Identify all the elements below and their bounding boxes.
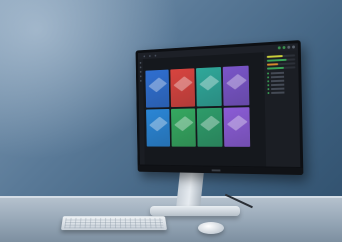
app-tile[interactable]	[145, 69, 170, 108]
app-side-panel	[263, 50, 301, 167]
app-tile-grid	[145, 65, 251, 147]
cube-icon	[199, 115, 220, 132]
status-dot-icon	[267, 88, 270, 91]
desk-edge	[0, 196, 342, 198]
cube-icon	[226, 115, 248, 132]
topbar-item[interactable]	[149, 54, 151, 57]
panel-list-item[interactable]	[267, 75, 295, 79]
panel-list-item[interactable]	[267, 79, 295, 83]
monitor	[135, 40, 304, 176]
panel-list-item[interactable]	[267, 87, 295, 91]
cube-icon	[225, 74, 247, 90]
app-tile[interactable]	[196, 66, 222, 107]
sidebar-icon[interactable]	[140, 79, 142, 82]
keyboard	[60, 216, 168, 231]
app-tile[interactable]	[223, 107, 251, 147]
app-tile[interactable]	[146, 108, 171, 147]
tile-label	[171, 105, 195, 106]
status-dot-icon	[267, 84, 270, 87]
status-dot-icon	[267, 76, 270, 79]
monitor-chin	[137, 165, 304, 176]
app-tile[interactable]	[171, 108, 196, 147]
status-dot-icon	[267, 72, 270, 75]
cube-icon	[147, 77, 167, 93]
panel-progress-bar	[267, 66, 296, 70]
sidebar-icon[interactable]	[139, 66, 142, 69]
app-sidebar	[138, 59, 145, 165]
app-tile[interactable]	[196, 107, 223, 147]
keyboard-keys	[64, 217, 164, 229]
monitor-stand-neck	[175, 170, 205, 210]
app-tile[interactable]	[170, 68, 196, 108]
topbar-item[interactable]	[143, 54, 146, 57]
tile-label	[146, 105, 169, 106]
tile-label	[223, 103, 249, 104]
topbar-item[interactable]	[154, 54, 157, 57]
panel-progress-bar	[266, 54, 296, 58]
panel-list-item[interactable]	[267, 91, 295, 95]
panel-progress-bar	[266, 58, 296, 62]
status-dot-icon	[267, 92, 270, 95]
mouse	[198, 222, 224, 234]
sidebar-icon[interactable]	[139, 75, 142, 78]
monitor-stand-base	[150, 206, 240, 216]
panel-list-item[interactable]	[267, 71, 295, 75]
monitor-screen	[137, 43, 301, 167]
monitor-brand-mark	[211, 169, 221, 172]
panel-list-item[interactable]	[267, 83, 295, 87]
panel-progress-bar	[266, 62, 296, 66]
app-tile[interactable]	[222, 65, 250, 106]
status-dot-icon	[267, 80, 270, 83]
cube-icon	[172, 76, 193, 92]
sidebar-icon[interactable]	[139, 70, 142, 73]
cube-icon	[198, 75, 219, 91]
desk-surface	[0, 196, 342, 242]
cube-icon	[148, 116, 168, 132]
sidebar-icon[interactable]	[139, 61, 142, 64]
photo-scene	[0, 0, 342, 242]
cube-icon	[173, 116, 193, 132]
tile-label	[197, 104, 222, 105]
topbar-status	[277, 45, 296, 50]
